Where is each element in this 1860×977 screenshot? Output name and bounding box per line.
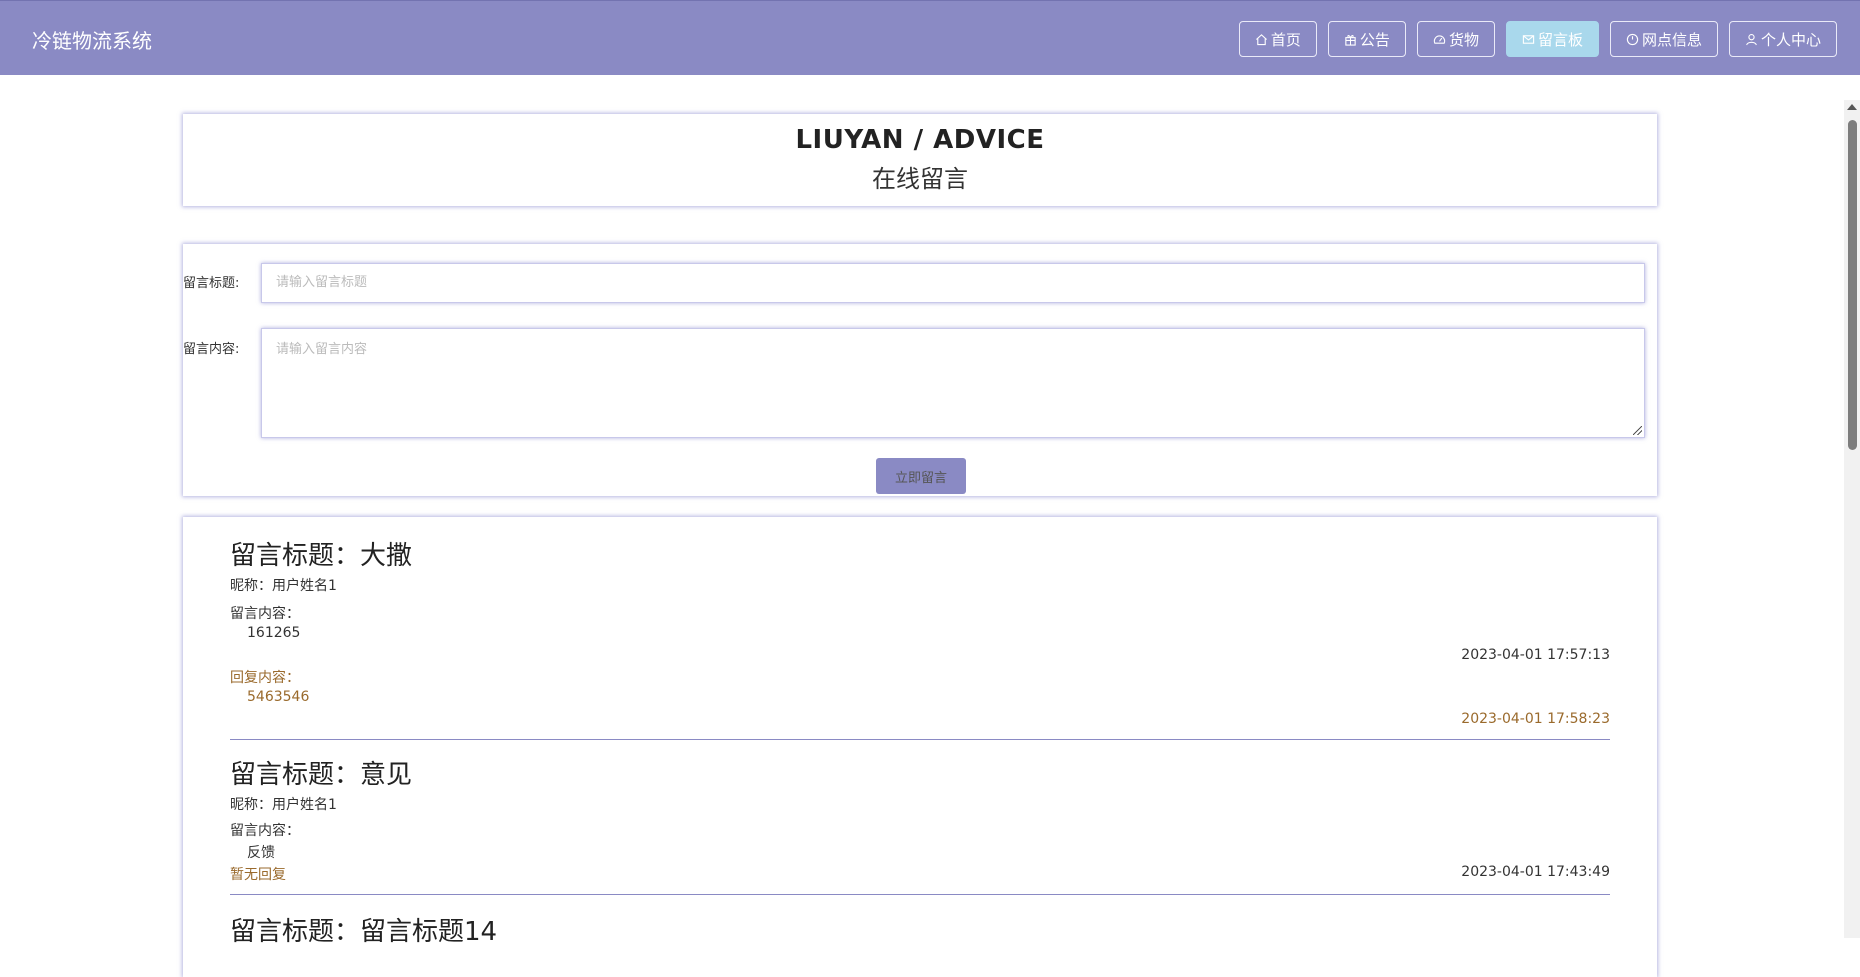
top-navbar: 冷链物流系统 首页 公告 货物 留言板 网点信息 个人中心 bbox=[0, 0, 1860, 75]
message-form: 留言标题: 请输入留言标题 留言内容: 请输入留言内容 立即留言 bbox=[183, 244, 1657, 496]
message-content-label: 留言内容： bbox=[230, 823, 300, 839]
nav-goods-button[interactable]: 货物 bbox=[1416, 21, 1495, 57]
title-input[interactable]: 请输入留言标题 bbox=[261, 263, 1645, 303]
message-content: 反馈 bbox=[247, 845, 275, 861]
nav-profile-button[interactable]: 个人中心 bbox=[1728, 21, 1837, 57]
user-icon bbox=[1746, 33, 1757, 45]
content-field-label: 留言内容: bbox=[183, 342, 240, 357]
nav-notice-button[interactable]: 公告 bbox=[1327, 21, 1406, 57]
gift-icon bbox=[1345, 34, 1356, 46]
app-brand: 冷链物流系统 bbox=[32, 29, 152, 53]
submit-message-button[interactable]: 立即留言 bbox=[876, 458, 966, 494]
content-textarea-placeholder: 请输入留言内容 bbox=[276, 342, 368, 357]
nav-home-label: 首页 bbox=[1270, 30, 1301, 49]
nav-profile-label: 个人中心 bbox=[1760, 30, 1821, 49]
nav-outlets-button[interactable]: 网点信息 bbox=[1609, 21, 1718, 57]
no-reply-text: 暂无回复 bbox=[230, 867, 286, 883]
message-list: 留言标题：大撒 昵称：用户姓名1 留言内容： 161265 2023-04-01… bbox=[183, 517, 1657, 977]
reply-label: 回复内容： bbox=[230, 670, 300, 686]
page-header-panel: LIUYAN / ADVICE 在线留言 bbox=[183, 114, 1657, 206]
nav-outlets-label: 网点信息 bbox=[1641, 30, 1702, 49]
message-nickname: 昵称：用户姓名1 bbox=[230, 578, 337, 594]
page-title-en: LIUYAN / ADVICE bbox=[795, 125, 1045, 155]
scroll-up-icon[interactable] bbox=[1847, 104, 1857, 110]
content-textarea[interactable]: 请输入留言内容 bbox=[261, 328, 1645, 438]
nav-message-board-button[interactable]: 留言板 bbox=[1505, 21, 1599, 57]
message-nickname: 昵称：用户姓名1 bbox=[230, 797, 337, 813]
message-divider bbox=[230, 739, 1610, 740]
message-content-label: 留言内容： bbox=[230, 606, 300, 622]
nav-notice-label: 公告 bbox=[1359, 30, 1390, 49]
title-field-label: 留言标题: bbox=[183, 276, 240, 291]
message-time: 2023-04-01 17:43:49 bbox=[1461, 864, 1610, 880]
message-time: 2023-04-01 17:57:13 bbox=[1461, 647, 1610, 663]
nav-menu: 首页 公告 货物 留言板 网点信息 个人中心 bbox=[1238, 21, 1837, 57]
reply-time: 2023-04-01 17:58:23 bbox=[1461, 711, 1610, 727]
nav-home-button[interactable]: 首页 bbox=[1238, 21, 1317, 57]
message-title: 留言标题：意见 bbox=[230, 760, 413, 790]
nav-goods-label: 货物 bbox=[1448, 30, 1479, 49]
clock-icon bbox=[1626, 33, 1639, 45]
mail-icon bbox=[1522, 34, 1535, 44]
resize-handle-icon[interactable] bbox=[1633, 426, 1642, 435]
nav-message-board-label: 留言板 bbox=[1537, 30, 1583, 49]
scrollbar-thumb[interactable] bbox=[1848, 120, 1857, 450]
dashboard-icon bbox=[1433, 35, 1446, 44]
page-title: 在线留言 bbox=[872, 165, 968, 193]
title-input-placeholder: 请输入留言标题 bbox=[276, 275, 368, 290]
message-content: 161265 bbox=[247, 625, 301, 641]
reply-content: 5463546 bbox=[247, 689, 310, 705]
message-title: 留言标题：留言标题14 bbox=[230, 917, 498, 947]
home-icon bbox=[1255, 33, 1267, 45]
message-divider bbox=[230, 894, 1610, 895]
message-title: 留言标题：大撒 bbox=[230, 541, 413, 571]
